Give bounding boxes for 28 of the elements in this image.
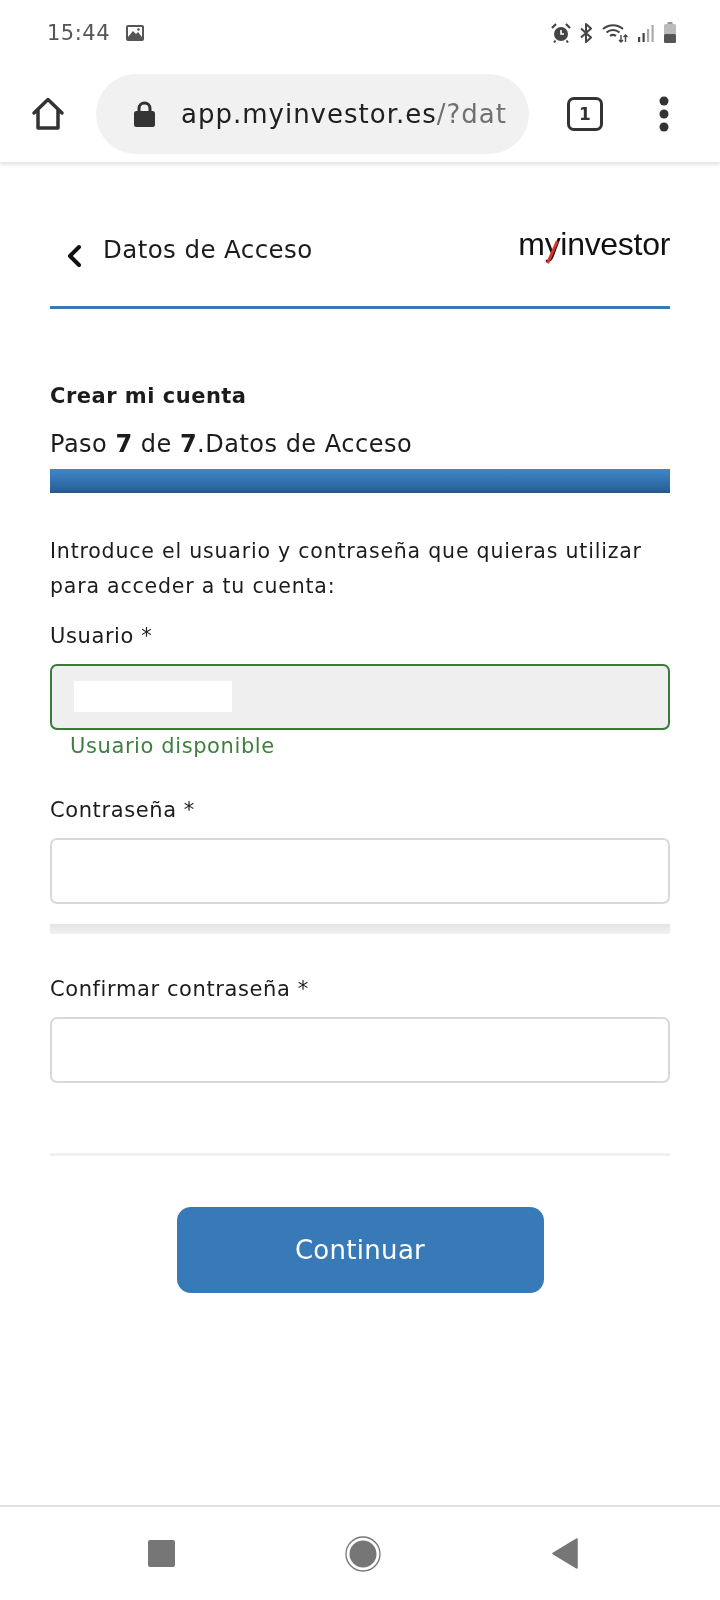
circle-icon[interactable]: [345, 1535, 381, 1572]
page-title: Datos de Acceso: [103, 234, 313, 264]
clock-time: 15:44: [47, 20, 111, 45]
lock-icon: [134, 100, 155, 127]
battery-icon: [664, 22, 676, 43]
field-label: Contraseña *: [50, 797, 196, 824]
form-heading: Crear mi cuenta: [50, 383, 248, 410]
field-label: Confirmar contraseña *: [50, 976, 310, 1003]
address-bar[interactable]: app.myinvestor.es/?dat: [96, 73, 529, 154]
back-triangle-icon[interactable]: [552, 1538, 578, 1569]
step-indicator: Paso 7 de 7.Datos de Acceso: [50, 429, 414, 459]
tab-count-button[interactable]: 1: [567, 96, 603, 131]
url-text[interactable]: app.myinvestor.es/?dat: [181, 98, 507, 129]
input-field[interactable]: [50, 664, 670, 730]
home-icon[interactable]: [30, 95, 66, 132]
image-icon: [125, 23, 146, 42]
brand-logo: myinvestor: [518, 224, 670, 264]
field-label: Usuario *: [50, 623, 154, 650]
back-icon[interactable]: [66, 244, 82, 268]
intro-text: Introduce el usuario y contraseña que quieras utilizar para acceder a tu cuenta:: [50, 538, 643, 600]
continue-button[interactable]: Continuar: [176, 1207, 544, 1293]
alarm-icon: [551, 22, 571, 43]
menu-icon[interactable]: [659, 95, 669, 132]
bluetooth-icon: [580, 22, 593, 43]
availability-message: Usuario disponible: [70, 733, 276, 759]
wifi-icon: [602, 22, 628, 43]
signal-icon: [637, 23, 655, 42]
square-icon[interactable]: [147, 1540, 175, 1567]
